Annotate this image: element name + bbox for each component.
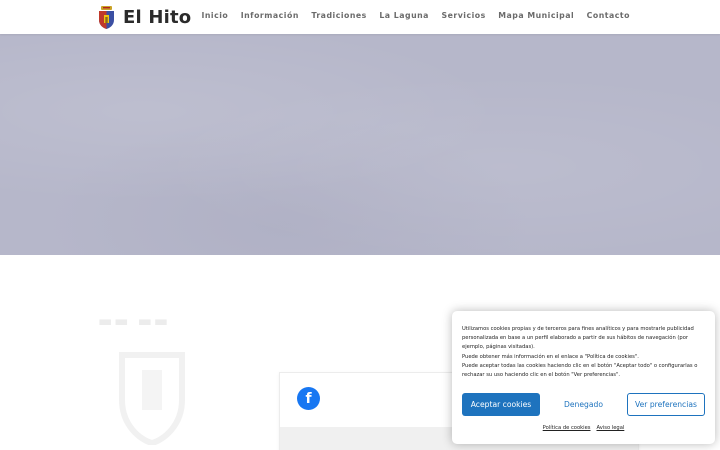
cookie-text-line: Puede aceptar todas las cookies haciendo… xyxy=(462,362,698,379)
view-preferences-button[interactable]: Ver preferencias xyxy=(627,393,705,416)
nav-item-mapa-municipal[interactable]: Mapa Municipal xyxy=(498,11,574,20)
facebook-letter: f xyxy=(305,391,312,407)
cookie-policy-link[interactable]: Política de cookies xyxy=(543,425,591,431)
cookie-links: Política de cookies Aviso legal xyxy=(452,425,715,431)
nav-item-inicio[interactable]: Inicio xyxy=(201,11,228,20)
nav-item-servicios[interactable]: Servicios xyxy=(441,11,485,20)
nav-item-la-laguna[interactable]: La Laguna xyxy=(379,11,429,20)
faint-heading: ▬▬ ▬▬ xyxy=(98,312,170,330)
nav-item-tradiciones[interactable]: Tradiciones xyxy=(311,11,366,20)
nav-item-informacion[interactable]: Información xyxy=(241,11,299,20)
cookie-text-line: Utilizamos cookies propias y de terceros… xyxy=(462,326,694,351)
hero-banner xyxy=(0,34,720,255)
cookie-text-line: Puede obtener más información en el enla… xyxy=(462,353,639,360)
deny-cookies-button[interactable]: Denegado xyxy=(555,393,612,416)
site-logo[interactable]: El Hito xyxy=(98,5,191,29)
cookie-banner: Utilizamos cookies propias y de terceros… xyxy=(452,311,715,444)
cookie-buttons: Aceptar cookies Denegado Ver preferencia… xyxy=(462,393,705,416)
main-nav: Inicio Información Tradiciones La Laguna… xyxy=(201,11,630,20)
faint-emblem-icon xyxy=(119,352,185,445)
legal-notice-link[interactable]: Aviso legal xyxy=(597,425,625,431)
site-header: El Hito Inicio Información Tradiciones L… xyxy=(0,0,720,34)
cookie-message: Utilizamos cookies propias y de terceros… xyxy=(462,325,705,380)
coat-of-arms-icon xyxy=(99,5,114,29)
facebook-icon[interactable]: f xyxy=(297,387,320,410)
accept-cookies-button[interactable]: Aceptar cookies xyxy=(462,393,540,416)
hero-image-overlay xyxy=(0,34,720,255)
site-title: El Hito xyxy=(123,6,192,28)
nav-item-contacto[interactable]: Contacto xyxy=(587,11,630,20)
